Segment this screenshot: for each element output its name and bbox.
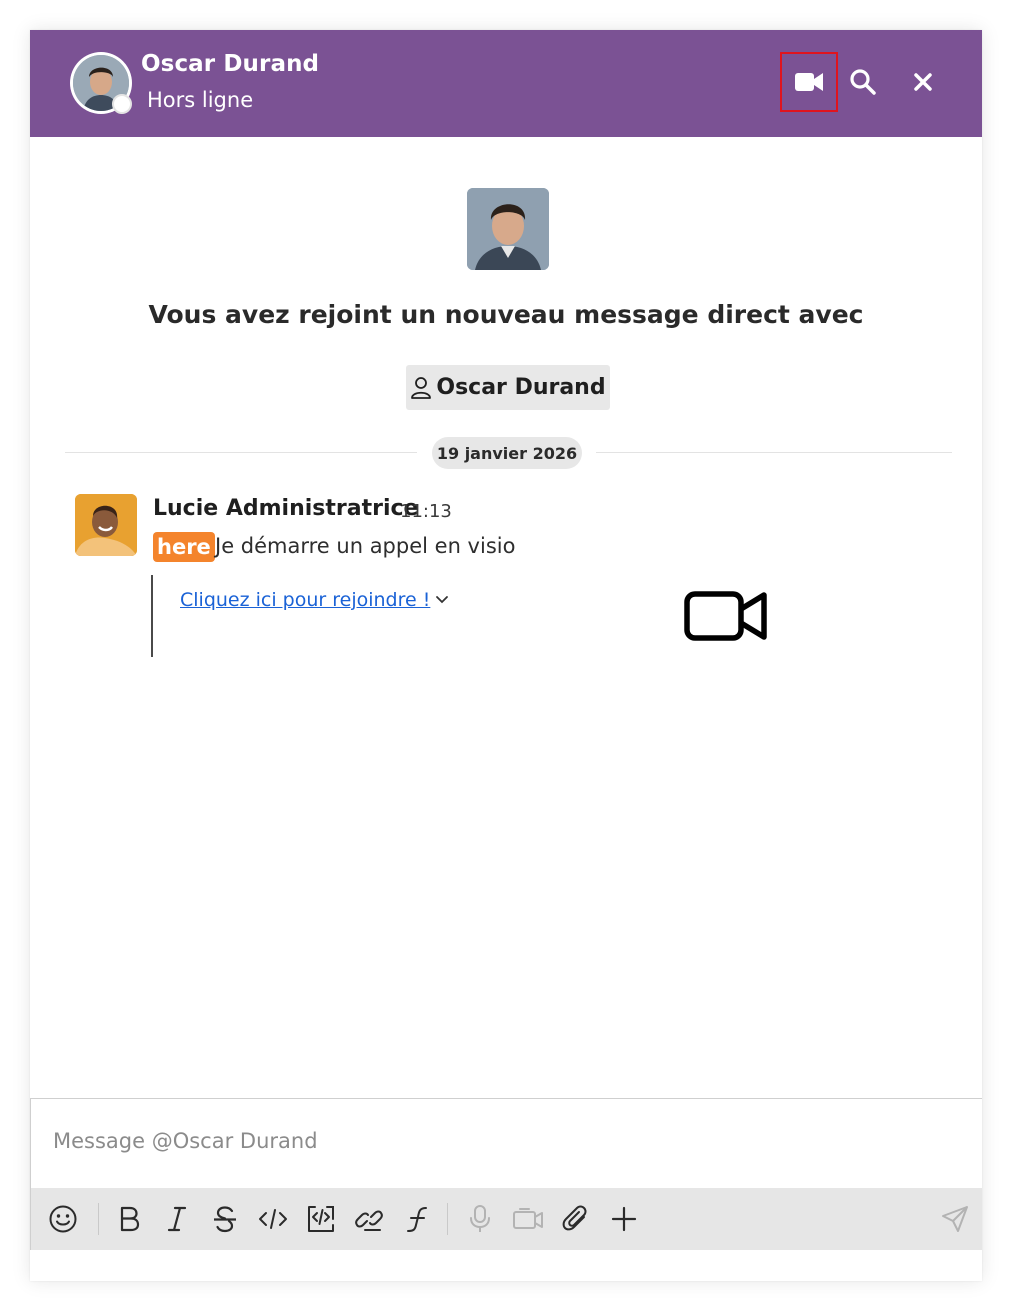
plus-icon (611, 1206, 637, 1232)
code-icon (259, 1209, 287, 1229)
date-separator: 19 janvier 2026 (432, 437, 582, 469)
strikethrough-button[interactable] (206, 1200, 244, 1238)
composer-toolbar (31, 1188, 982, 1250)
message-time: 11:13 (400, 501, 452, 522)
collapse-attachment-button[interactable] (435, 590, 449, 609)
author-avatar[interactable] (75, 494, 137, 556)
join-call-link[interactable]: Cliquez ici pour rejoindre ! (180, 589, 430, 611)
italic-button[interactable] (158, 1200, 196, 1238)
toolbar-separator (98, 1203, 99, 1235)
contact-avatar[interactable] (70, 52, 132, 114)
emoji-icon (49, 1205, 77, 1233)
emoji-button[interactable] (44, 1200, 82, 1238)
chevron-down-icon (436, 596, 448, 604)
here-mention-badge[interactable]: here (153, 532, 215, 562)
user-chip-label: Oscar Durand (436, 375, 606, 400)
offline-status-dot (112, 94, 132, 114)
search-icon (850, 69, 876, 95)
bold-button[interactable] (110, 1200, 148, 1238)
strikethrough-icon (214, 1206, 236, 1233)
user-mention-chip[interactable]: Oscar Durand (406, 365, 610, 410)
code-block-icon (308, 1206, 334, 1232)
room-header: Oscar Durand Hors ligne (30, 30, 982, 137)
video-message-button[interactable] (509, 1200, 547, 1238)
message-text: Je démarre un appel en visio (215, 534, 516, 558)
toolbar-separator (447, 1203, 448, 1235)
video-call-button[interactable] (780, 52, 838, 112)
message-input[interactable] (53, 1129, 933, 1153)
italic-icon (167, 1206, 187, 1232)
video-camera-outline-icon (684, 591, 767, 641)
more-actions-button[interactable] (605, 1200, 643, 1238)
formula-icon (407, 1207, 427, 1232)
send-button[interactable] (936, 1200, 974, 1238)
attachment-quote-bar (151, 575, 153, 657)
attachment-icon (562, 1205, 587, 1231)
inline-code-button[interactable] (254, 1200, 292, 1238)
video-message-icon (513, 1208, 543, 1229)
contact-name[interactable]: Oscar Durand (141, 51, 319, 77)
user-icon (411, 376, 432, 399)
attachment-button[interactable] (557, 1200, 595, 1238)
direct-message-window: Oscar Durand Hors ligne Vous avez rejoin… (30, 30, 982, 1281)
date-divider-left (65, 452, 417, 453)
message-author[interactable]: Lucie Administratrice (153, 496, 418, 521)
video-camera-icon (795, 73, 823, 91)
search-button[interactable] (834, 52, 892, 112)
audio-message-button[interactable] (461, 1200, 499, 1238)
send-icon (942, 1206, 968, 1232)
bold-icon (120, 1206, 140, 1232)
intro-avatar (467, 188, 549, 270)
formula-button[interactable] (398, 1200, 436, 1238)
link-icon (355, 1210, 383, 1231)
code-block-button[interactable] (302, 1200, 340, 1238)
microphone-icon (470, 1205, 490, 1232)
message-composer (30, 1098, 982, 1250)
intro-message: Vous avez rejoint un nouveau message dir… (148, 300, 864, 329)
date-divider-right (596, 452, 952, 453)
contact-status: Hors ligne (147, 88, 254, 112)
video-call-attachment-icon (684, 590, 768, 646)
link-button[interactable] (350, 1200, 388, 1238)
close-button[interactable] (894, 52, 952, 112)
close-icon (914, 73, 932, 91)
